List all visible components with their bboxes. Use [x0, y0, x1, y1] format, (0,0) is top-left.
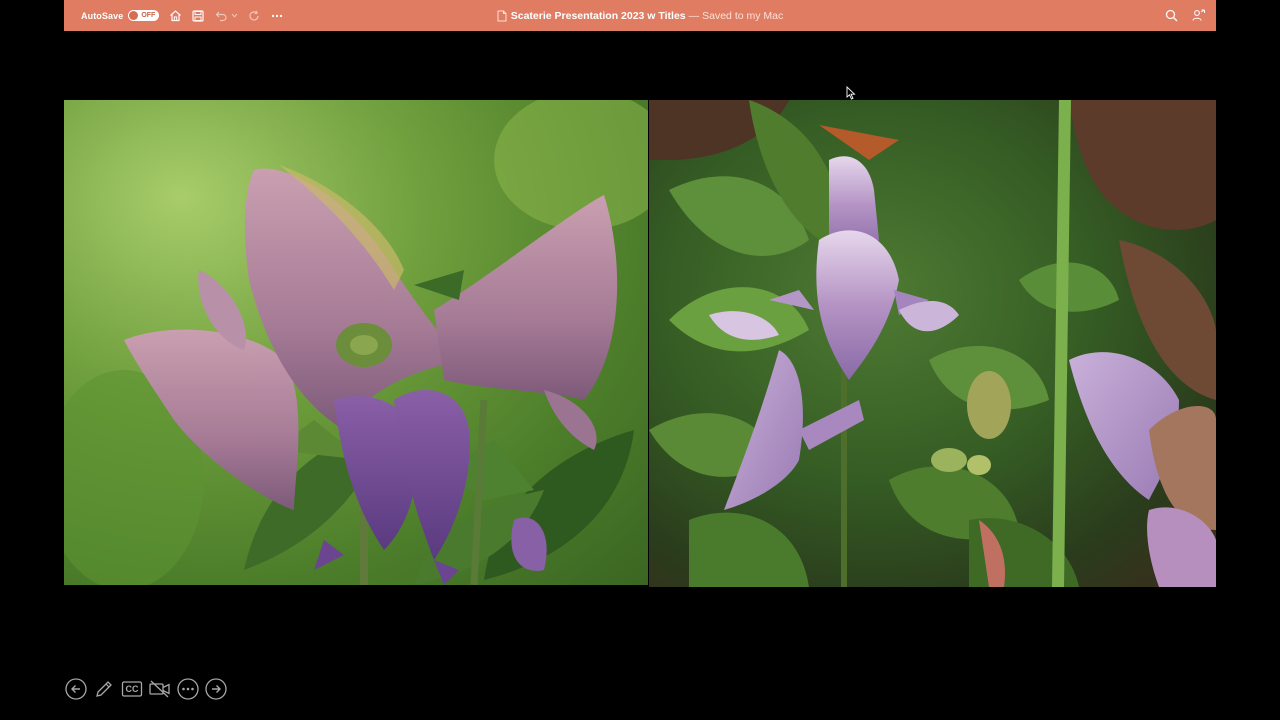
share-people-icon[interactable] [1192, 9, 1206, 23]
ellipsis-circle-icon [177, 678, 199, 700]
home-icon[interactable] [168, 9, 182, 23]
document-title: Scaterie Presentation 2023 w Titles [510, 9, 686, 22]
mouse-cursor-icon [846, 86, 856, 100]
quick-access-toolbar: AutoSave OFF [64, 0, 284, 31]
slide-canvas [64, 100, 1216, 587]
camera-toggle-button[interactable] [148, 677, 172, 701]
presenter-controls: CC [64, 677, 232, 701]
flower-photo-left [64, 100, 648, 585]
captions-button[interactable]: CC [120, 677, 144, 701]
more-options-icon[interactable] [270, 9, 284, 23]
save-status: Saved to my Mac [702, 9, 784, 22]
arrow-left-icon [65, 678, 87, 700]
autosave-toggle[interactable]: OFF [128, 10, 160, 21]
closed-captions-icon: CC [121, 681, 143, 697]
arrow-right-icon [205, 678, 227, 700]
gentian-flowers-illustration-right [649, 100, 1216, 587]
camera-off-icon [149, 680, 170, 698]
presentation-window: AutoSave OFF Scaterie Presentation 2023 … [0, 0, 1280, 720]
toggle-knob [129, 11, 139, 20]
save-icon[interactable] [191, 9, 205, 23]
more-controls-button[interactable] [176, 677, 200, 701]
autosave-label: AutoSave [81, 10, 124, 21]
search-icon[interactable] [1164, 9, 1178, 23]
title-bar: AutoSave OFF Scaterie Presentation 2023 … [64, 0, 1216, 31]
undo-icon[interactable] [214, 9, 228, 23]
document-icon [497, 10, 507, 21]
autosave-state: OFF [141, 12, 156, 19]
redo-icon[interactable] [247, 9, 261, 23]
next-slide-button[interactable] [204, 677, 228, 701]
pencil-icon [96, 681, 112, 697]
titlebar-right-tools [1150, 0, 1206, 31]
undo-dropdown-chevron-icon[interactable] [230, 9, 238, 23]
title-separator: — [688, 9, 700, 22]
captions-label: CC [126, 684, 139, 694]
flower-photo-right [649, 100, 1216, 587]
gentian-flowers-illustration-left [64, 100, 648, 585]
pen-tool-button[interactable] [92, 677, 116, 701]
previous-slide-button[interactable] [64, 677, 88, 701]
